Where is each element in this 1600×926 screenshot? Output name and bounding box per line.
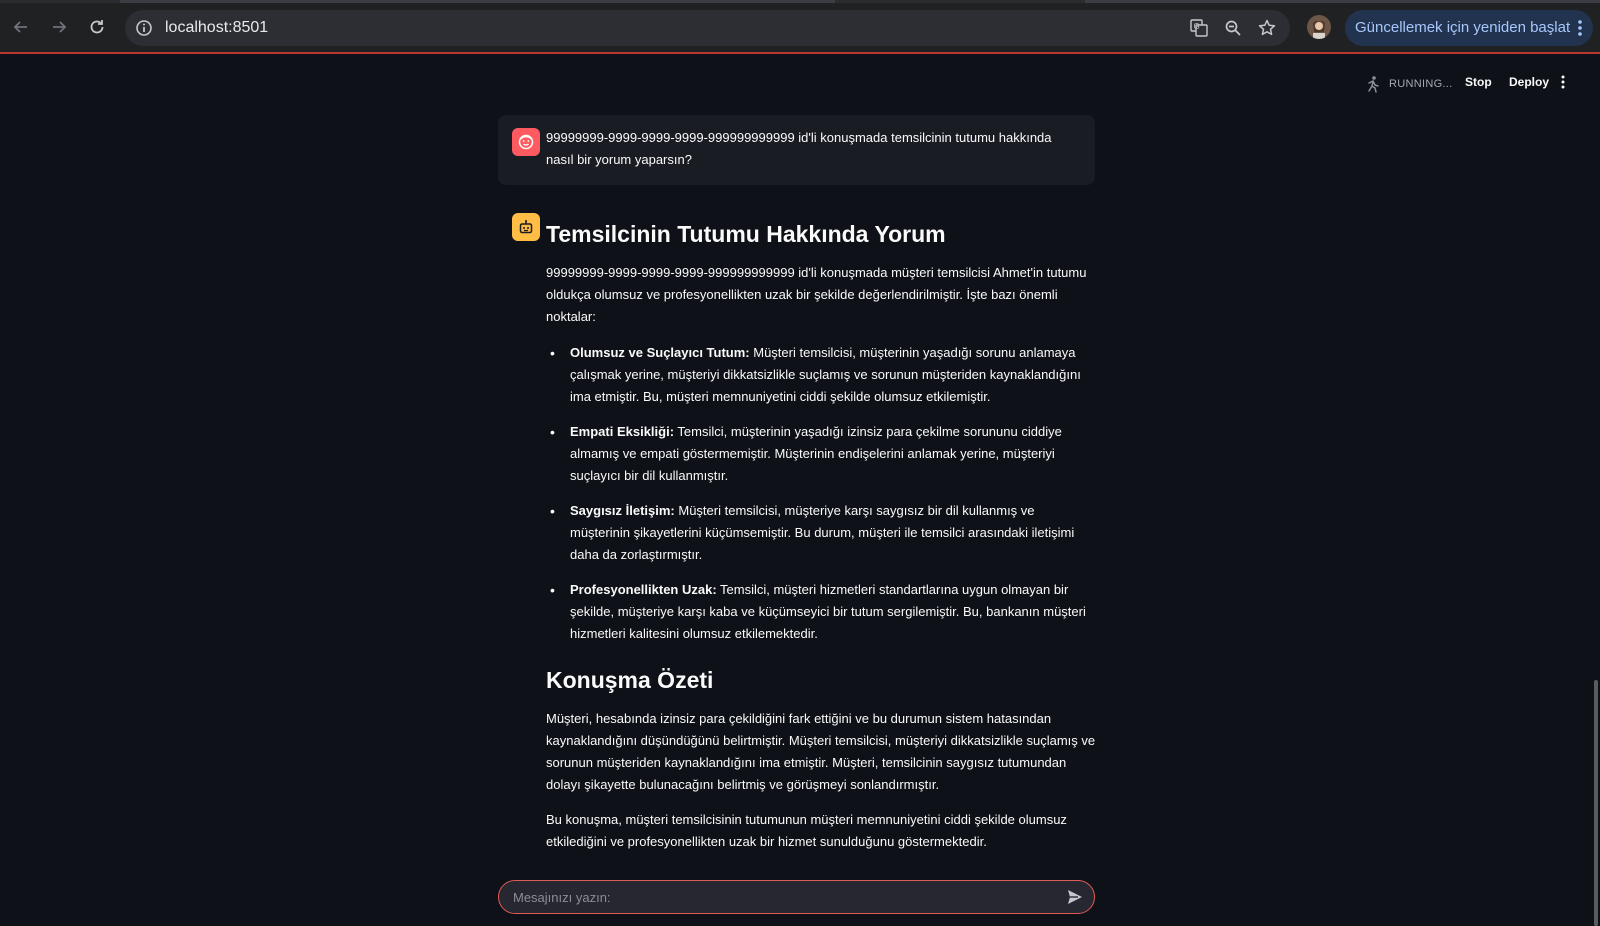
update-button-label: Güncellemek için yeniden başlat — [1355, 19, 1571, 36]
kebab-menu-icon — [1561, 75, 1565, 89]
browser-toolbar: localhost:8501 G Güncellemek için yenide… — [0, 0, 1600, 54]
point-title: Olumsuz ve Suçlayıcı Tutum: — [570, 345, 750, 360]
url-text[interactable]: localhost:8501 — [165, 10, 268, 46]
running-status: RUNNING... — [1365, 75, 1453, 93]
chat-message-input[interactable] — [513, 881, 1043, 913]
user-message-text: 99999999-9999-9999-9999-999999999999 id'… — [546, 130, 1052, 167]
list-item: Profesyonellikten Uzak: Temsilci, müşter… — [546, 579, 1096, 645]
svg-text:G: G — [1194, 22, 1200, 31]
assistant-message-content: Temsilcinin Tutumu Hakkında Yorum 999999… — [546, 205, 1096, 853]
response-points-list: Olumsuz ve Suçlayıcı Tutum: Müşteri tems… — [546, 342, 1096, 645]
page-scrollbar[interactable] — [1594, 680, 1598, 926]
running-person-icon — [1368, 76, 1379, 93]
forward-arrow-icon — [53, 21, 67, 33]
stop-button[interactable]: Stop — [1465, 75, 1492, 89]
user-avatar — [512, 128, 540, 156]
summary-paragraph: Müşteri, hesabında izinsiz para çekildiğ… — [546, 711, 1096, 792]
site-info-button[interactable] — [134, 18, 154, 43]
kebab-menu-icon — [1578, 20, 1582, 36]
bookmark-button[interactable] — [1257, 18, 1277, 38]
response-heading: Temsilcinin Tutumu Hakkında Yorum — [546, 221, 946, 247]
zoom-button[interactable] — [1223, 18, 1243, 38]
point-title: Saygısız İletişim: — [570, 503, 675, 518]
back-arrow-icon — [13, 21, 27, 33]
list-item: Empati Eksikliği: Temsilci, müşterinin y… — [546, 421, 1096, 487]
point-title: Empati Eksikliği: — [570, 424, 675, 439]
robot-icon — [519, 220, 533, 234]
response-intro: 99999999-9999-9999-9999-999999999999 id'… — [546, 265, 1087, 324]
deploy-button[interactable]: Deploy — [1509, 75, 1549, 89]
user-face-icon — [518, 134, 534, 150]
list-item: Olumsuz ve Suçlayıcı Tutum: Müşteri tems… — [546, 342, 1096, 408]
translate-icon: G — [1190, 19, 1208, 37]
translate-button[interactable]: G — [1189, 18, 1209, 38]
info-icon — [136, 20, 152, 36]
point-title: Profesyonellikten Uzak: — [570, 582, 717, 597]
reload-icon — [90, 20, 104, 34]
send-button[interactable] — [1066, 888, 1084, 911]
back-button[interactable] — [6, 12, 36, 42]
address-bar[interactable]: localhost:8501 G — [125, 10, 1290, 46]
tab-strip-edge — [0, 0, 1600, 3]
running-status-text: RUNNING... — [1389, 78, 1453, 90]
app-header: RUNNING... Stop Deploy — [0, 56, 1600, 112]
conclusion-paragraph: Bu konuşma, müşteri temsilcisinin tutumu… — [546, 812, 1067, 849]
forward-button[interactable] — [44, 12, 74, 42]
restart-to-update-button[interactable]: Güncellemek için yeniden başlat — [1345, 10, 1593, 46]
profile-avatar[interactable] — [1307, 15, 1331, 39]
summary-heading: Konuşma Özeti — [546, 667, 714, 693]
assistant-avatar — [512, 213, 540, 241]
chat-input-box[interactable] — [498, 880, 1095, 914]
list-item: Saygısız İletişim: Müşteri temsilcisi, m… — [546, 500, 1096, 566]
bookmark-star-icon — [1258, 19, 1276, 36]
user-chat-message: 99999999-9999-9999-9999-999999999999 id'… — [498, 115, 1095, 185]
zoom-icon — [1225, 20, 1241, 36]
reload-button[interactable] — [82, 12, 112, 42]
send-icon — [1068, 890, 1082, 904]
main-menu-button[interactable] — [1560, 74, 1566, 95]
